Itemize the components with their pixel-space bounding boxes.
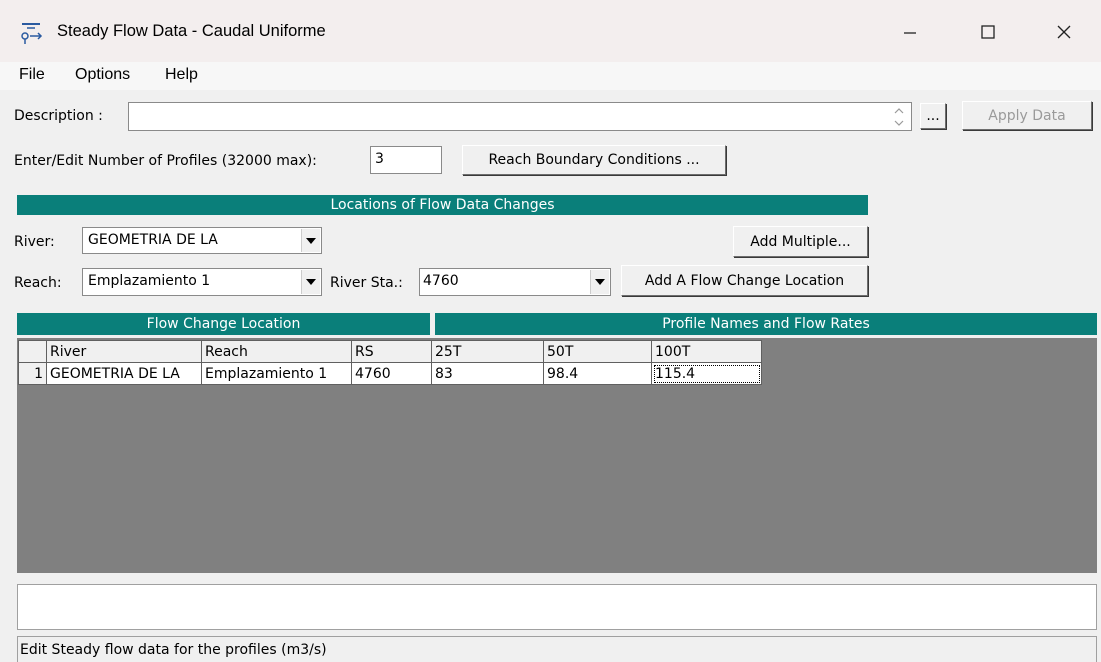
message-box	[17, 584, 1097, 630]
reach-select[interactable]: Emplazamiento 1	[82, 268, 322, 296]
flow-change-location-header: Flow Change Location	[17, 313, 430, 335]
window-title: Steady Flow Data - Caudal Uniforme	[57, 22, 326, 40]
column-header-rs[interactable]: RS	[351, 340, 432, 363]
table-header-row: River Reach RS 25T 50T 100T	[18, 340, 762, 363]
apply-data-button[interactable]: Apply Data	[962, 101, 1092, 130]
chevron-down-icon[interactable]	[301, 229, 320, 252]
profiles-count-input[interactable]: 3	[370, 146, 442, 174]
title-bar: Steady Flow Data - Caudal Uniforme	[0, 0, 1101, 62]
description-label: Description :	[14, 108, 103, 124]
reach-select-value: Emplazamiento 1	[88, 273, 211, 289]
chevron-down-icon[interactable]	[301, 270, 320, 294]
river-select-value: GEOMETRIA DE LA	[88, 232, 218, 248]
table-row: 1 GEOMETRIA DE LA Emplazamiento 1 4760 8…	[18, 362, 762, 385]
close-icon[interactable]	[1042, 14, 1086, 50]
profiles-label: Enter/Edit Number of Profiles (32000 max…	[14, 153, 317, 169]
row-index-header	[18, 340, 47, 363]
add-multiple-button[interactable]: Add Multiple...	[733, 226, 868, 257]
maximize-icon[interactable]	[966, 14, 1010, 50]
chevron-down-icon[interactable]	[590, 270, 609, 294]
river-sta-select[interactable]: 4760	[419, 268, 611, 296]
steady-flow-window: Steady Flow Data - Caudal Uniforme File …	[0, 0, 1101, 662]
river-select[interactable]: GEOMETRIA DE LA	[82, 227, 322, 254]
river-sta-value: 4760	[423, 273, 459, 289]
cell-reach[interactable]: Emplazamiento 1	[201, 362, 352, 385]
flow-data-icon	[21, 23, 43, 44]
cell-river[interactable]: GEOMETRIA DE LA	[46, 362, 202, 385]
cell-rs[interactable]: 4760	[351, 362, 432, 385]
menu-file[interactable]: File	[19, 66, 45, 84]
add-flow-change-location-button[interactable]: Add A Flow Change Location	[621, 265, 868, 296]
cell-50t[interactable]: 98.4	[543, 362, 652, 385]
flow-data-table: River Reach RS 25T 50T 100T 1 GEOMETRIA …	[18, 340, 762, 385]
locations-header: Locations of Flow Data Changes	[17, 195, 868, 215]
row-index: 1	[18, 362, 47, 385]
description-browse-button[interactable]: ...	[920, 103, 946, 129]
column-header-50t[interactable]: 50T	[543, 340, 652, 363]
menu-help[interactable]: Help	[165, 66, 198, 84]
minimize-icon[interactable]	[888, 14, 932, 50]
column-header-100t[interactable]: 100T	[651, 340, 762, 363]
profile-names-header: Profile Names and Flow Rates	[435, 313, 1097, 335]
menu-bar: File Options Help	[0, 62, 1101, 90]
status-bar: Edit Steady flow data for the profiles (…	[17, 636, 1097, 662]
menu-options[interactable]: Options	[75, 66, 130, 84]
river-label: River:	[14, 234, 55, 250]
reach-boundary-conditions-button[interactable]: Reach Boundary Conditions ...	[462, 145, 726, 175]
profiles-count-value: 3	[375, 151, 384, 167]
description-spin-icon[interactable]	[888, 103, 910, 131]
column-header-25t[interactable]: 25T	[431, 340, 544, 363]
river-sta-label: River Sta.:	[330, 275, 403, 291]
description-input[interactable]	[128, 102, 912, 131]
reach-label: Reach:	[14, 275, 62, 291]
cell-100t[interactable]: 115.4	[651, 362, 762, 385]
cell-25t[interactable]: 83	[431, 362, 544, 385]
column-header-reach[interactable]: Reach	[201, 340, 352, 363]
column-header-river[interactable]: River	[46, 340, 202, 363]
